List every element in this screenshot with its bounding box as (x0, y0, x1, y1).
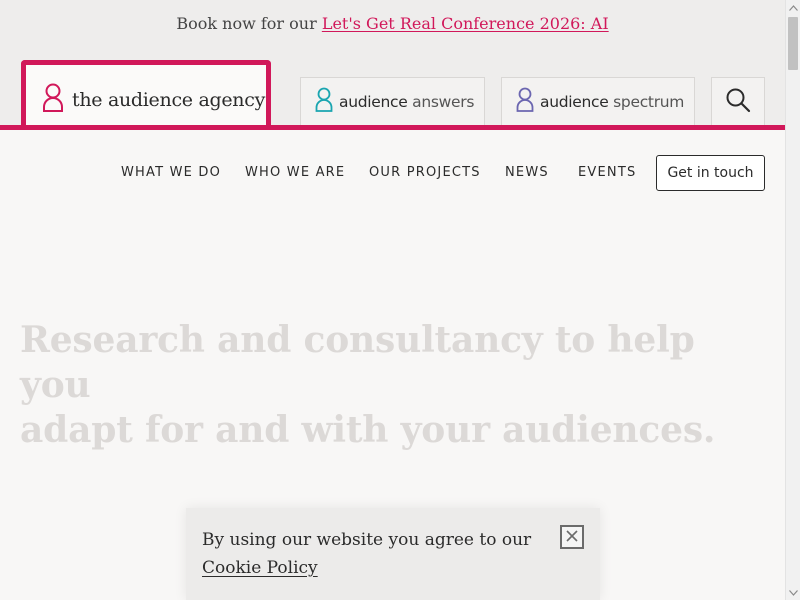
cookie-policy-link[interactable]: Cookie Policy (202, 558, 318, 578)
close-icon (565, 528, 579, 547)
scroll-down-arrow[interactable] (786, 585, 800, 600)
audience-answers-label: audience answers (339, 93, 475, 111)
cookie-close-button[interactable] (560, 525, 584, 549)
nav-what-we-do[interactable]: WHAT WE DO (121, 165, 221, 180)
cookie-message: By using our website you agree to our Co… (202, 530, 532, 578)
brand-name: the audience agency (72, 89, 266, 111)
search-button[interactable] (711, 77, 765, 126)
scroll-thumb[interactable] (788, 17, 798, 70)
audience-spectrum-label: audience spectrum (540, 93, 685, 111)
nav-news[interactable]: NEWS (505, 165, 549, 180)
get-in-touch-button[interactable]: Get in touch (656, 155, 765, 191)
page-scrollbar[interactable] (785, 0, 800, 600)
audience-answers-tab[interactable]: audience answers (300, 77, 485, 126)
scroll-up-arrow[interactable] (786, 0, 800, 15)
hero-heading: Research and consultancy to help you ada… (20, 319, 716, 451)
announcement-bar: Book now for our Let's Get Real Conferen… (0, 14, 785, 33)
conference-link[interactable]: Let's Get Real Conference 2026: AI (322, 14, 609, 33)
header-divider (0, 125, 785, 130)
announcement-text: Book now for our (176, 14, 322, 33)
cookie-banner: By using our website you agree to our Co… (186, 508, 600, 600)
person-outline-icon (516, 87, 534, 117)
person-outline-icon (315, 87, 333, 117)
audience-spectrum-tab[interactable]: audience spectrum (501, 77, 695, 126)
person-outline-icon (42, 83, 64, 117)
nav-events[interactable]: EVENTS (578, 165, 636, 180)
nav-our-projects[interactable]: OUR PROJECTS (369, 165, 481, 180)
nav-who-we-are[interactable]: WHO WE ARE (245, 165, 345, 180)
brand-tab[interactable]: the audience agency (21, 60, 271, 130)
main-nav: WHAT WE DO WHO WE ARE OUR PROJECTS NEWS … (0, 155, 785, 191)
search-icon (725, 87, 751, 117)
